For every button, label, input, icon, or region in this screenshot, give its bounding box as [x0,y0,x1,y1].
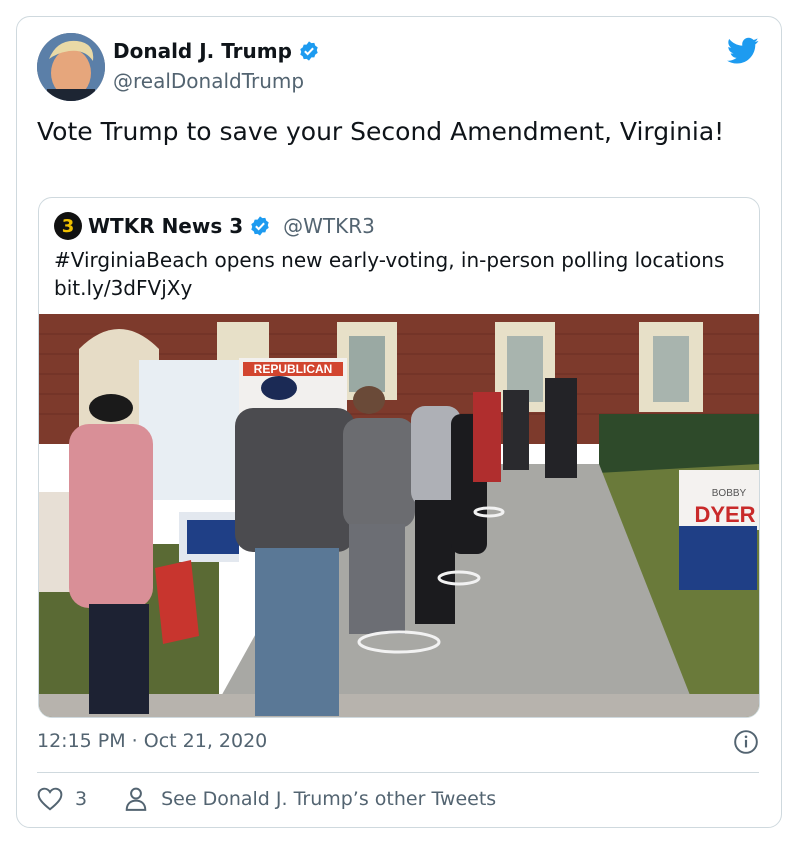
tweet-text: Vote Trump to save your Second Amendment… [37,117,725,146]
quoted-avatar[interactable]: 3 [54,212,82,240]
tweet-card: Donald J. Trump @realDonaldTrump Vote Tr… [16,16,782,828]
author-avatar[interactable] [37,33,105,101]
republican-sign-text: REPUBLICAN [254,362,333,376]
twitter-bird-icon[interactable] [727,37,759,65]
author-handle[interactable]: @realDonaldTrump [113,69,304,93]
tweet-timestamp[interactable]: 12:15 PM · Oct 21, 2020 [37,730,267,752]
verified-badge-icon [300,41,318,61]
quoted-photo[interactable]: REPUBLICAN BOBBY DYER [39,314,759,718]
like-count[interactable]: 3 [75,788,87,810]
quoted-author-name[interactable]: WTKR News 3 [88,214,243,238]
heart-icon[interactable] [37,787,63,811]
other-tweets-link[interactable]: See Donald J. Trump’s other Tweets [161,788,496,810]
quoted-author-handle[interactable]: @WTKR3 [283,214,375,238]
quoted-header: 3 WTKR News 3 @WTKR3 [54,212,375,240]
quoted-verified-badge-icon [251,216,269,236]
author-name[interactable]: Donald J. Trump [113,39,292,63]
person-icon [125,787,147,811]
quoted-text: #VirginiaBeach opens new early-voting, i… [54,248,725,300]
dyer-sign-last: DYER [694,502,755,527]
dyer-sign-first: BOBBY [712,488,747,499]
quoted-tweet[interactable]: 3 WTKR News 3 @WTKR3 #VirginiaBeach open… [38,197,760,718]
tweet-actions: 3 See Donald J. Trump’s other Tweets [37,787,496,811]
info-icon[interactable] [733,729,759,755]
author-name-row[interactable]: Donald J. Trump [113,39,320,63]
divider [37,772,759,773]
